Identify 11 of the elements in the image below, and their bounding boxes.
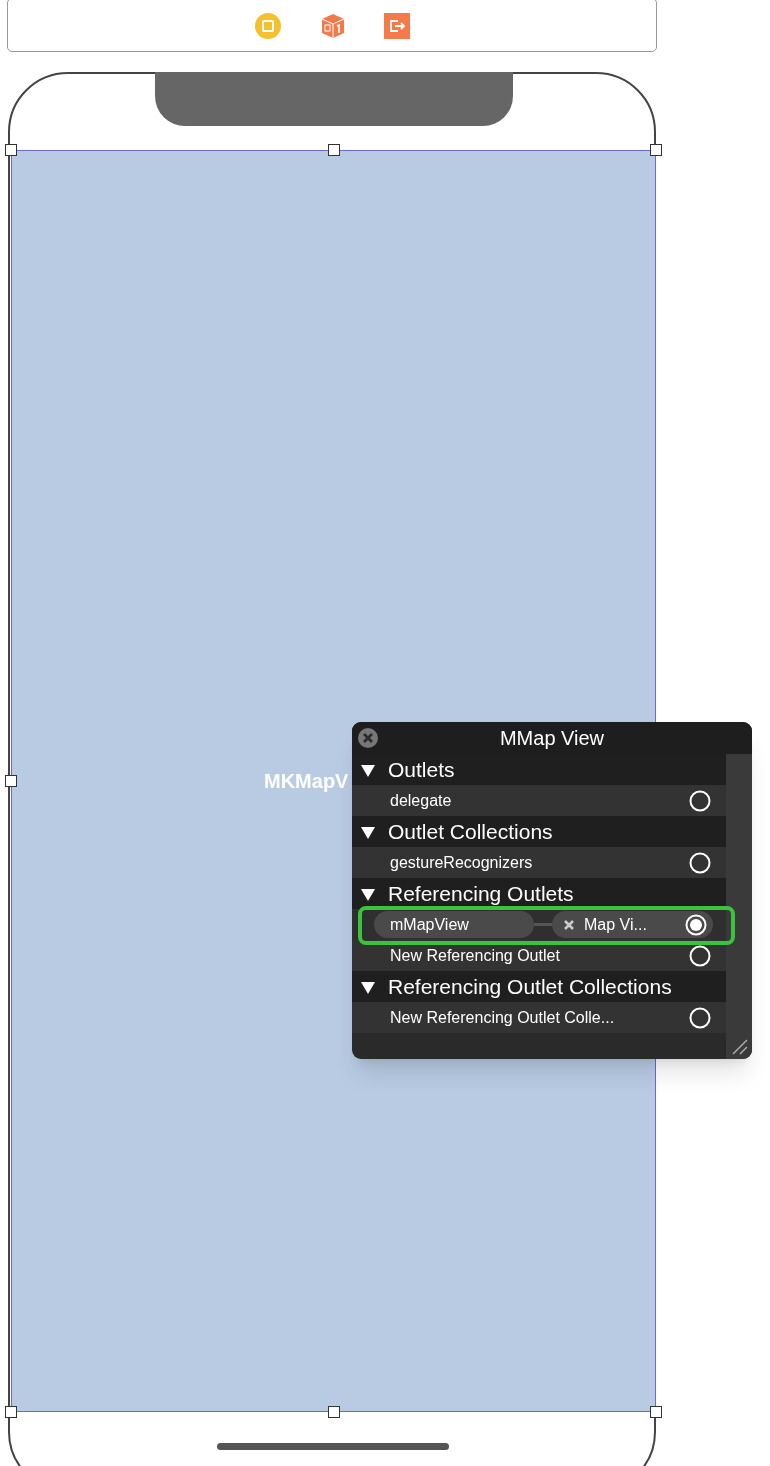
outlet-label: New Referencing Outlet (390, 945, 561, 966)
section-header: Referencing Outlets (388, 880, 574, 907)
outlet-label: gestureRecognizers (390, 852, 534, 873)
outlet-label: New Referencing Outlet Colle... (390, 1007, 616, 1028)
view-label: MKMapV (264, 769, 349, 793)
popup-title: MMap View (499, 726, 605, 751)
outlet-label: delegate (390, 790, 453, 811)
section-header: Outlet Collections (388, 818, 553, 845)
target-label: Map Vi... (584, 914, 648, 935)
outlet-name-pill: mMapView (374, 911, 534, 938)
section-header: Outlets (388, 756, 455, 783)
